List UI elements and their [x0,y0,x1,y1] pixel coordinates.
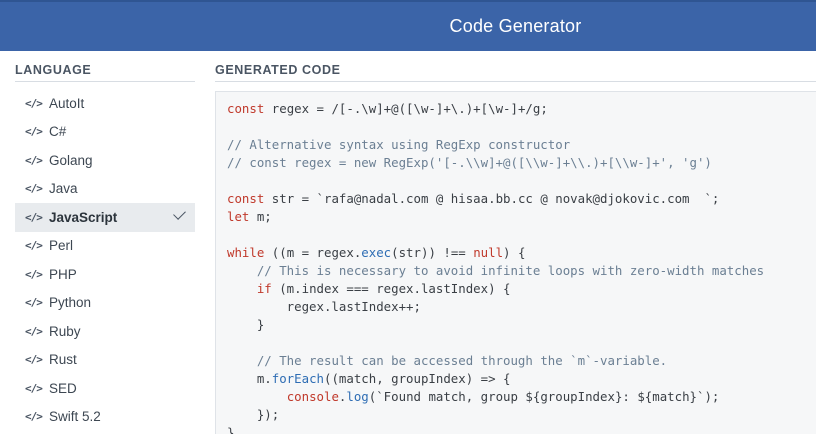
code-line: // const regex = new RegExp('[-.\\w]+@([… [227,155,712,170]
code-token: const [227,101,265,116]
sidebar-item-javascript[interactable]: </> JavaScript [15,203,195,232]
page-title: Code Generator [449,16,582,36]
code-token: // This is necessary to avoid infinite l… [256,263,765,278]
title-bar: Code Generator [0,0,816,51]
divider [215,81,816,82]
code-icon: </> [25,210,43,224]
code-line: } [227,425,234,434]
code-line: // This is necessary to avoid infinite l… [227,263,764,278]
sidebar-item-label: Java [49,181,78,197]
code-line: // The result can be accessed through th… [227,353,667,368]
check-icon [173,207,186,220]
sidebar-item-perl[interactable]: </> Perl [15,232,195,261]
sidebar-item-label: Perl [49,238,74,254]
code-line: console.log(`Found match, group ${groupI… [227,389,720,404]
code-line: if (m.index === regex.lastIndex) { [227,281,511,296]
code-line: const regex = /[-.\w]+@([\w-]+\.)+[\w-]+… [227,101,548,116]
code-token: } [227,425,235,434]
code-token: while [227,245,265,260]
sidebar-item-label: Ruby [49,323,81,339]
language-list: </> AutoIt </> C# </> Golang </> Java </> JavaScr… [15,89,195,431]
code-token: ((match, groupIndex) => { [323,371,511,386]
code-line: let m; [227,209,272,224]
code-icon: </> [25,267,43,281]
code-line: regex.lastIndex++; [227,299,421,314]
code-icon: </> [25,153,43,167]
sidebar-item-golang[interactable]: </> Golang [15,146,195,175]
sidebar-item-rust[interactable]: </> Rust [15,346,195,375]
code-icon: </> [25,324,43,338]
generated-code-heading: GENERATED CODE [215,63,341,77]
sidebar-item-swift-5-2[interactable]: </> Swift 5.2 [15,403,195,432]
sidebar-item-label: PHP [49,266,77,282]
sidebar-item-python[interactable]: </> Python [15,289,195,318]
code-token: (`Found match, group ${groupIndex}: ${ma… [368,389,720,404]
code-token: null [473,245,504,260]
code-icon: </> [25,353,43,367]
code-token: // The result can be accessed through th… [256,353,668,368]
code-line: const str = `rafa@nadal.com @ hisaa.bb.c… [227,191,719,206]
code-line: while ((m = regex.exec(str)) !== null) { [227,245,525,260]
sidebar-item-label: C# [49,124,67,140]
code-token: log [346,389,369,404]
code-icon: </> [25,410,43,424]
divider [15,81,195,82]
code-token: (m.index === regex.lastIndex) { [271,281,511,296]
sidebar-item-label: AutoIt [49,95,85,111]
code-token: m. [227,371,272,386]
sidebar-item-php[interactable]: </> PHP [15,260,195,289]
code-line: m.forEach((match, groupIndex) => { [227,371,511,386]
language-sidebar: LANGUAGE </> AutoIt </> C# </> Golang </> Java <… [0,51,200,434]
code-icon: </> [25,182,43,196]
sidebar-item-ruby[interactable]: </> Ruby [15,317,195,346]
code-line: }); [227,407,279,422]
sidebar-item-label: Rust [49,352,77,368]
sidebar-item-c-[interactable]: </> C# [15,118,195,147]
code-icon: </> [25,296,43,310]
code-block[interactable]: const regex = /[-.\w]+@([\w-]+\.)+[\w-]+… [215,91,816,434]
code-token: regex.lastIndex++; [227,299,421,314]
code-token: let [227,209,250,224]
code-token: console [286,389,339,404]
code-icon: </> [25,381,43,395]
code-token: (str)) !== [391,245,474,260]
sidebar-item-label: Swift 5.2 [49,409,101,425]
sidebar-item-sed[interactable]: </> SED [15,374,195,403]
code-line: } [227,317,264,332]
code-token: // Alternative syntax using RegExp const… [227,137,571,152]
language-heading: LANGUAGE [15,63,92,77]
code-token: } [227,317,265,332]
code-token: exec [361,245,392,260]
sidebar-item-label: Python [49,295,92,311]
code-token: regex = /[-.\w]+@([\w-]+\.)+[\w-]+/g; [264,101,548,116]
sidebar-item-label: SED [49,380,77,396]
code-icon: </> [25,96,43,110]
code-token: if [256,281,272,296]
sidebar-item-label: JavaScript [49,209,118,225]
sidebar-item-label: Golang [49,152,93,168]
code-token: ) { [503,245,526,260]
code-icon: </> [25,239,43,253]
code-token: const [227,191,265,206]
code-token: }); [227,407,280,422]
sidebar-item-autoit[interactable]: </> AutoIt [15,89,195,118]
code-icon: </> [25,125,43,139]
code-token: forEach [271,371,324,386]
code-token: ((m = regex. [264,245,362,260]
main-panel: GENERATED CODE const regex = /[-.\w]+@([… [215,51,816,434]
code-token: // const regex = new RegExp('[-.\\w]+@([… [227,155,712,170]
code-line: // Alternative syntax using RegExp const… [227,137,570,152]
code-token: str = `rafa@nadal.com @ hisaa.bb.cc @ no… [264,191,720,206]
code-text[interactable]: const regex = /[-.\w]+@([\w-]+\.)+[\w-]+… [216,92,816,434]
code-token: m; [249,209,272,224]
sidebar-item-java[interactable]: </> Java [15,175,195,204]
